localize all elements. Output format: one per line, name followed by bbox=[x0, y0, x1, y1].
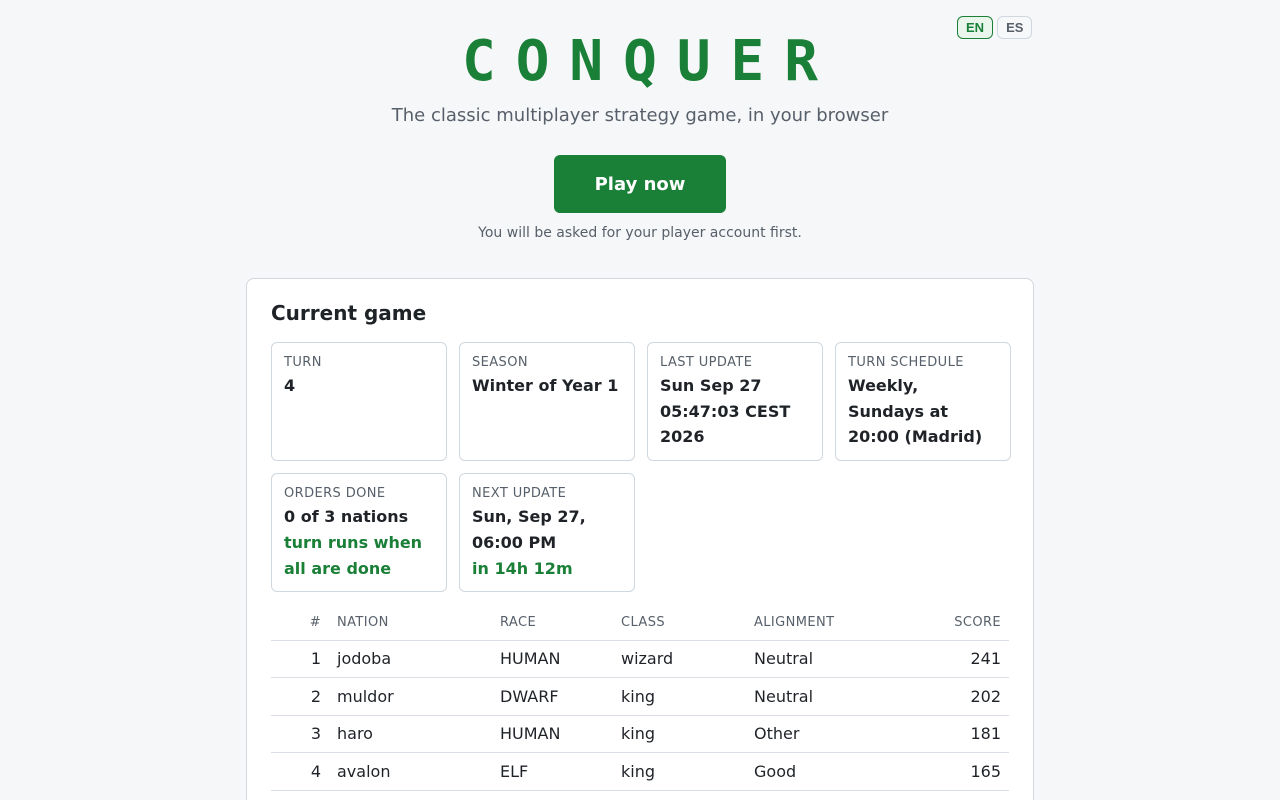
score-cell: 181 bbox=[896, 715, 1009, 754]
class-cell: king bbox=[613, 752, 746, 791]
score-cell: 165 bbox=[896, 752, 1009, 791]
tile-value: 4 bbox=[284, 376, 296, 395]
tile-value: 0 of 3 nations bbox=[284, 507, 409, 527]
season-tile: SEASON Winter of Year 1 bbox=[459, 342, 635, 462]
class-cell: wizard bbox=[613, 640, 746, 679]
table-row: 3 haro HUMAN king Other 181 bbox=[271, 715, 1009, 754]
alignment-cell: Neutral bbox=[746, 640, 896, 679]
game-stats: TURN 4 SEASON Winter of Year 1 LAST UPDA… bbox=[271, 342, 1011, 593]
race-cell: HUMAN bbox=[492, 640, 613, 679]
alignment-cell: Good bbox=[746, 752, 896, 791]
column-header-race: RACE bbox=[492, 606, 613, 641]
tagline: The classic multiplayer strategy game, i… bbox=[391, 105, 889, 126]
tile-value: Sun Sep 27 05:47:03 CEST 2026 bbox=[660, 376, 791, 447]
table-row: 2 muldor DWARF king Neutral 202 bbox=[271, 677, 1009, 716]
tile-value: Winter of Year 1 bbox=[472, 376, 619, 395]
score-cell: 241 bbox=[896, 640, 1009, 679]
rank-cell: 4 bbox=[271, 752, 329, 791]
tile-label: SEASON bbox=[472, 355, 528, 370]
tile-value: Sun, Sep 27, 06:00 PM bbox=[472, 507, 586, 552]
landing-page: EN ES CONQUER The classic multiplayer st… bbox=[0, 0, 1280, 800]
game-title: CONQUER bbox=[461, 29, 838, 94]
rank-cell: 2 bbox=[271, 677, 329, 716]
table-header-row: # NATION RACE CLASS ALIGNMENT SCORE bbox=[271, 606, 1009, 641]
column-header-alignment: ALIGNMENT bbox=[746, 606, 896, 641]
tile-label: TURN bbox=[284, 355, 322, 370]
race-cell: DWARF bbox=[492, 677, 613, 716]
tile-label: TURN SCHEDULE bbox=[848, 355, 964, 370]
tile-label: ORDERS DONE bbox=[284, 486, 386, 502]
last-update-tile: LAST UPDATE Sun Sep 27 05:47:03 CEST 202… bbox=[647, 342, 823, 462]
tile-value: Weekly, Sundays at 20:00 (Madrid) bbox=[848, 376, 983, 447]
nation-cell: haro bbox=[329, 715, 492, 754]
orders-done-tile: ORDERS DONE 0 of 3 nations turn runs whe… bbox=[271, 473, 447, 593]
nation-cell: muldor bbox=[329, 677, 492, 716]
tile-note: turn runs when all are done bbox=[284, 532, 423, 578]
alignment-cell: Other bbox=[746, 715, 896, 754]
race-cell: HUMAN bbox=[492, 715, 613, 754]
class-cell: king bbox=[613, 715, 746, 754]
play-note: You will be asked for your player accoun… bbox=[478, 225, 802, 241]
turn-schedule-tile: TURN SCHEDULE Weekly, Sundays at 20:00 (… bbox=[835, 342, 1011, 462]
nation-cell: jodoba bbox=[329, 640, 492, 679]
nation-cell: avalon bbox=[329, 752, 492, 791]
nations-table: # NATION RACE CLASS ALIGNMENT SCORE 1 jo… bbox=[271, 606, 1009, 791]
current-game-card: Current game TURN 4 SEASON Winter of Yea… bbox=[246, 278, 1034, 800]
rank-cell: 3 bbox=[271, 715, 329, 754]
tile-label: NEXT UPDATE bbox=[472, 486, 567, 502]
score-cell: 202 bbox=[896, 677, 1009, 716]
next-update-tile: NEXT UPDATE Sun, Sep 27, 06:00 PM in 14h… bbox=[459, 473, 635, 593]
race-cell: ELF bbox=[492, 752, 613, 791]
turn-tile: TURN 4 bbox=[271, 342, 447, 462]
column-header-rank: # bbox=[271, 606, 329, 641]
class-cell: king bbox=[613, 677, 746, 716]
column-header-class: CLASS bbox=[613, 606, 746, 641]
column-header-nation: NATION bbox=[329, 606, 492, 641]
current-game-heading: Current game bbox=[271, 301, 427, 325]
table-row: 4 avalon ELF king Good 165 bbox=[271, 752, 1009, 791]
tile-countdown: in 14h 12m bbox=[472, 558, 573, 578]
tile-label: LAST UPDATE bbox=[660, 355, 753, 370]
table-row: 1 jodoba HUMAN wizard Neutral 241 bbox=[271, 640, 1009, 679]
column-header-score: SCORE bbox=[896, 606, 1009, 641]
rank-cell: 1 bbox=[271, 640, 329, 679]
alignment-cell: Neutral bbox=[746, 677, 896, 716]
play-now-button[interactable]: Play now bbox=[554, 155, 726, 213]
